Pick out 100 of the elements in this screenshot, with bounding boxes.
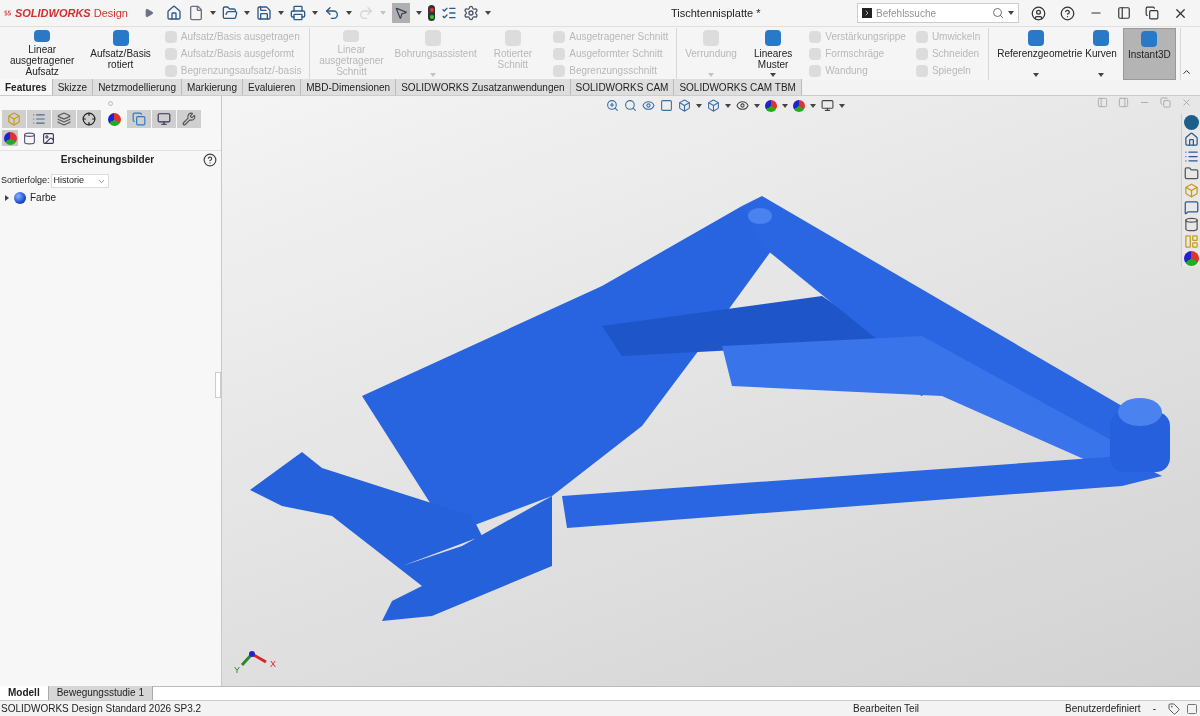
undo-icon[interactable] xyxy=(324,5,340,21)
command-tab[interactable]: Netzmodellierung xyxy=(93,79,182,95)
crosshair-icon xyxy=(82,112,96,126)
scene-icon[interactable] xyxy=(793,99,805,112)
manager-tab[interactable] xyxy=(152,110,176,128)
caret-icon[interactable] xyxy=(346,11,352,15)
restore-icon[interactable] xyxy=(1145,6,1159,20)
zoom-area-icon[interactable] xyxy=(624,99,637,112)
tool-icon xyxy=(425,30,442,46)
caret-icon[interactable] xyxy=(725,103,731,108)
product-version: SOLIDWORKS Design Standard 2026 SP3.2 xyxy=(0,702,202,716)
command-tab[interactable]: Features xyxy=(0,79,53,95)
save-icon[interactable] xyxy=(256,5,272,21)
caret-icon[interactable] xyxy=(485,11,491,15)
appearance-subtab[interactable] xyxy=(2,130,18,146)
tool-icon xyxy=(1093,30,1110,46)
axis-triad-drawing xyxy=(240,651,267,666)
command-search-field[interactable]: Befehlssuche xyxy=(857,3,1019,23)
bottom-tab[interactable]: Modell xyxy=(0,686,49,700)
manager-tab[interactable] xyxy=(52,110,76,128)
cylinder-icon[interactable] xyxy=(1183,217,1199,232)
print-icon[interactable] xyxy=(290,5,306,21)
tool-icon xyxy=(809,64,822,77)
tool-icon xyxy=(809,30,822,43)
chat-icon[interactable] xyxy=(1183,200,1199,215)
panel-collapse-handle[interactable] xyxy=(215,372,221,398)
ribbon-button[interactable]: Lineares Muster xyxy=(742,28,804,80)
home-icon[interactable] xyxy=(1183,132,1199,147)
tool-icon xyxy=(34,30,51,42)
tag-icon[interactable] xyxy=(1168,702,1180,715)
tile-left-icon[interactable] xyxy=(1097,97,1108,108)
tool-icon xyxy=(703,30,720,46)
command-tab[interactable]: SOLIDWORKS CAM xyxy=(570,79,675,95)
expand-menu-icon[interactable] xyxy=(144,8,154,18)
caret-icon[interactable] xyxy=(839,103,845,108)
expand-arrow-icon[interactable] xyxy=(4,194,10,201)
monitor-icon[interactable] xyxy=(821,99,834,112)
tool-icon xyxy=(915,47,928,60)
new-file-icon[interactable] xyxy=(188,5,204,21)
list-icon[interactable] xyxy=(441,5,457,21)
caret-icon[interactable] xyxy=(278,11,284,15)
tool-icon xyxy=(504,30,521,46)
appearance-icon[interactable] xyxy=(765,99,777,112)
caret-icon[interactable] xyxy=(210,11,216,15)
appearance-subtab[interactable] xyxy=(40,130,56,146)
ribbon-button[interactable]: Kurven xyxy=(1081,28,1121,80)
select-pointer-icon[interactable] xyxy=(392,3,410,23)
command-tab[interactable]: SOLIDWORKS Zusatzanwendungen xyxy=(396,79,571,95)
caret-icon[interactable] xyxy=(1008,11,1014,15)
command-tab[interactable]: SOLIDWORKS CAM TBM xyxy=(674,79,802,95)
command-tab[interactable]: Skizze xyxy=(52,79,94,95)
manager-tab[interactable] xyxy=(177,110,201,128)
traffic-light-icon[interactable] xyxy=(428,5,435,21)
tool-icon xyxy=(915,30,928,43)
ribbon-button[interactable]: Referenzgeometrie xyxy=(993,28,1080,80)
command-tab[interactable]: MBD-Dimensionen xyxy=(301,79,397,95)
manager-tab[interactable] xyxy=(77,110,101,128)
open-folder-icon[interactable] xyxy=(222,5,238,21)
user-icon[interactable] xyxy=(1031,5,1046,21)
search-icon xyxy=(992,7,1004,19)
appearance-subtab[interactable] xyxy=(21,130,37,146)
tool-icon xyxy=(164,47,177,60)
command-tab[interactable]: Evaluieren xyxy=(243,79,302,95)
tile-right-icon[interactable] xyxy=(1118,97,1129,108)
dock-icon[interactable] xyxy=(1117,6,1131,20)
settings-icon[interactable] xyxy=(463,5,479,21)
wrench-icon xyxy=(182,112,196,126)
sort-dropdown[interactable]: Historie xyxy=(50,174,109,188)
status-mode: Bearbeiten Teil xyxy=(853,702,920,716)
app-logo: SOLIDWORKS Design xyxy=(14,5,128,21)
caret-icon[interactable] xyxy=(1098,73,1105,77)
caret-icon[interactable] xyxy=(782,103,788,108)
view-orientation-icon[interactable] xyxy=(678,99,691,112)
stacked-squares-icon xyxy=(132,112,146,126)
caret-icon[interactable] xyxy=(416,11,422,15)
caret-icon[interactable] xyxy=(810,103,816,108)
ribbon-button[interactable]: Instant3D xyxy=(1122,28,1176,80)
caret-icon[interactable] xyxy=(1033,73,1040,77)
caret-icon[interactable] xyxy=(244,11,250,15)
command-tab[interactable]: Markierung xyxy=(181,79,243,95)
folder-icon[interactable] xyxy=(1183,166,1199,181)
appearance-icon[interactable] xyxy=(1183,251,1199,266)
display-style-icon[interactable] xyxy=(707,99,720,112)
hide-show-icon[interactable] xyxy=(736,99,749,112)
caret-icon[interactable] xyxy=(696,103,702,108)
help-icon[interactable] xyxy=(1060,5,1075,21)
sort-label: Sortierfolge: xyxy=(1,174,50,188)
tree-item[interactable]: Farbe xyxy=(30,190,57,205)
caret-icon[interactable] xyxy=(754,103,760,108)
caret-icon[interactable] xyxy=(312,11,318,15)
cube-icon xyxy=(7,112,21,126)
list-icon[interactable] xyxy=(1183,149,1199,164)
caret-icon[interactable] xyxy=(770,73,777,77)
panel-icon[interactable] xyxy=(1186,702,1198,715)
zoom-fit-icon[interactable] xyxy=(606,99,619,112)
search-input[interactable]: Befehlssuche xyxy=(876,5,988,21)
cylinder-icon xyxy=(22,131,36,145)
help-icon[interactable] xyxy=(203,152,217,167)
bottom-tab[interactable]: Bewegungsstudie 1 xyxy=(48,686,153,700)
home-icon[interactable] xyxy=(166,5,182,21)
